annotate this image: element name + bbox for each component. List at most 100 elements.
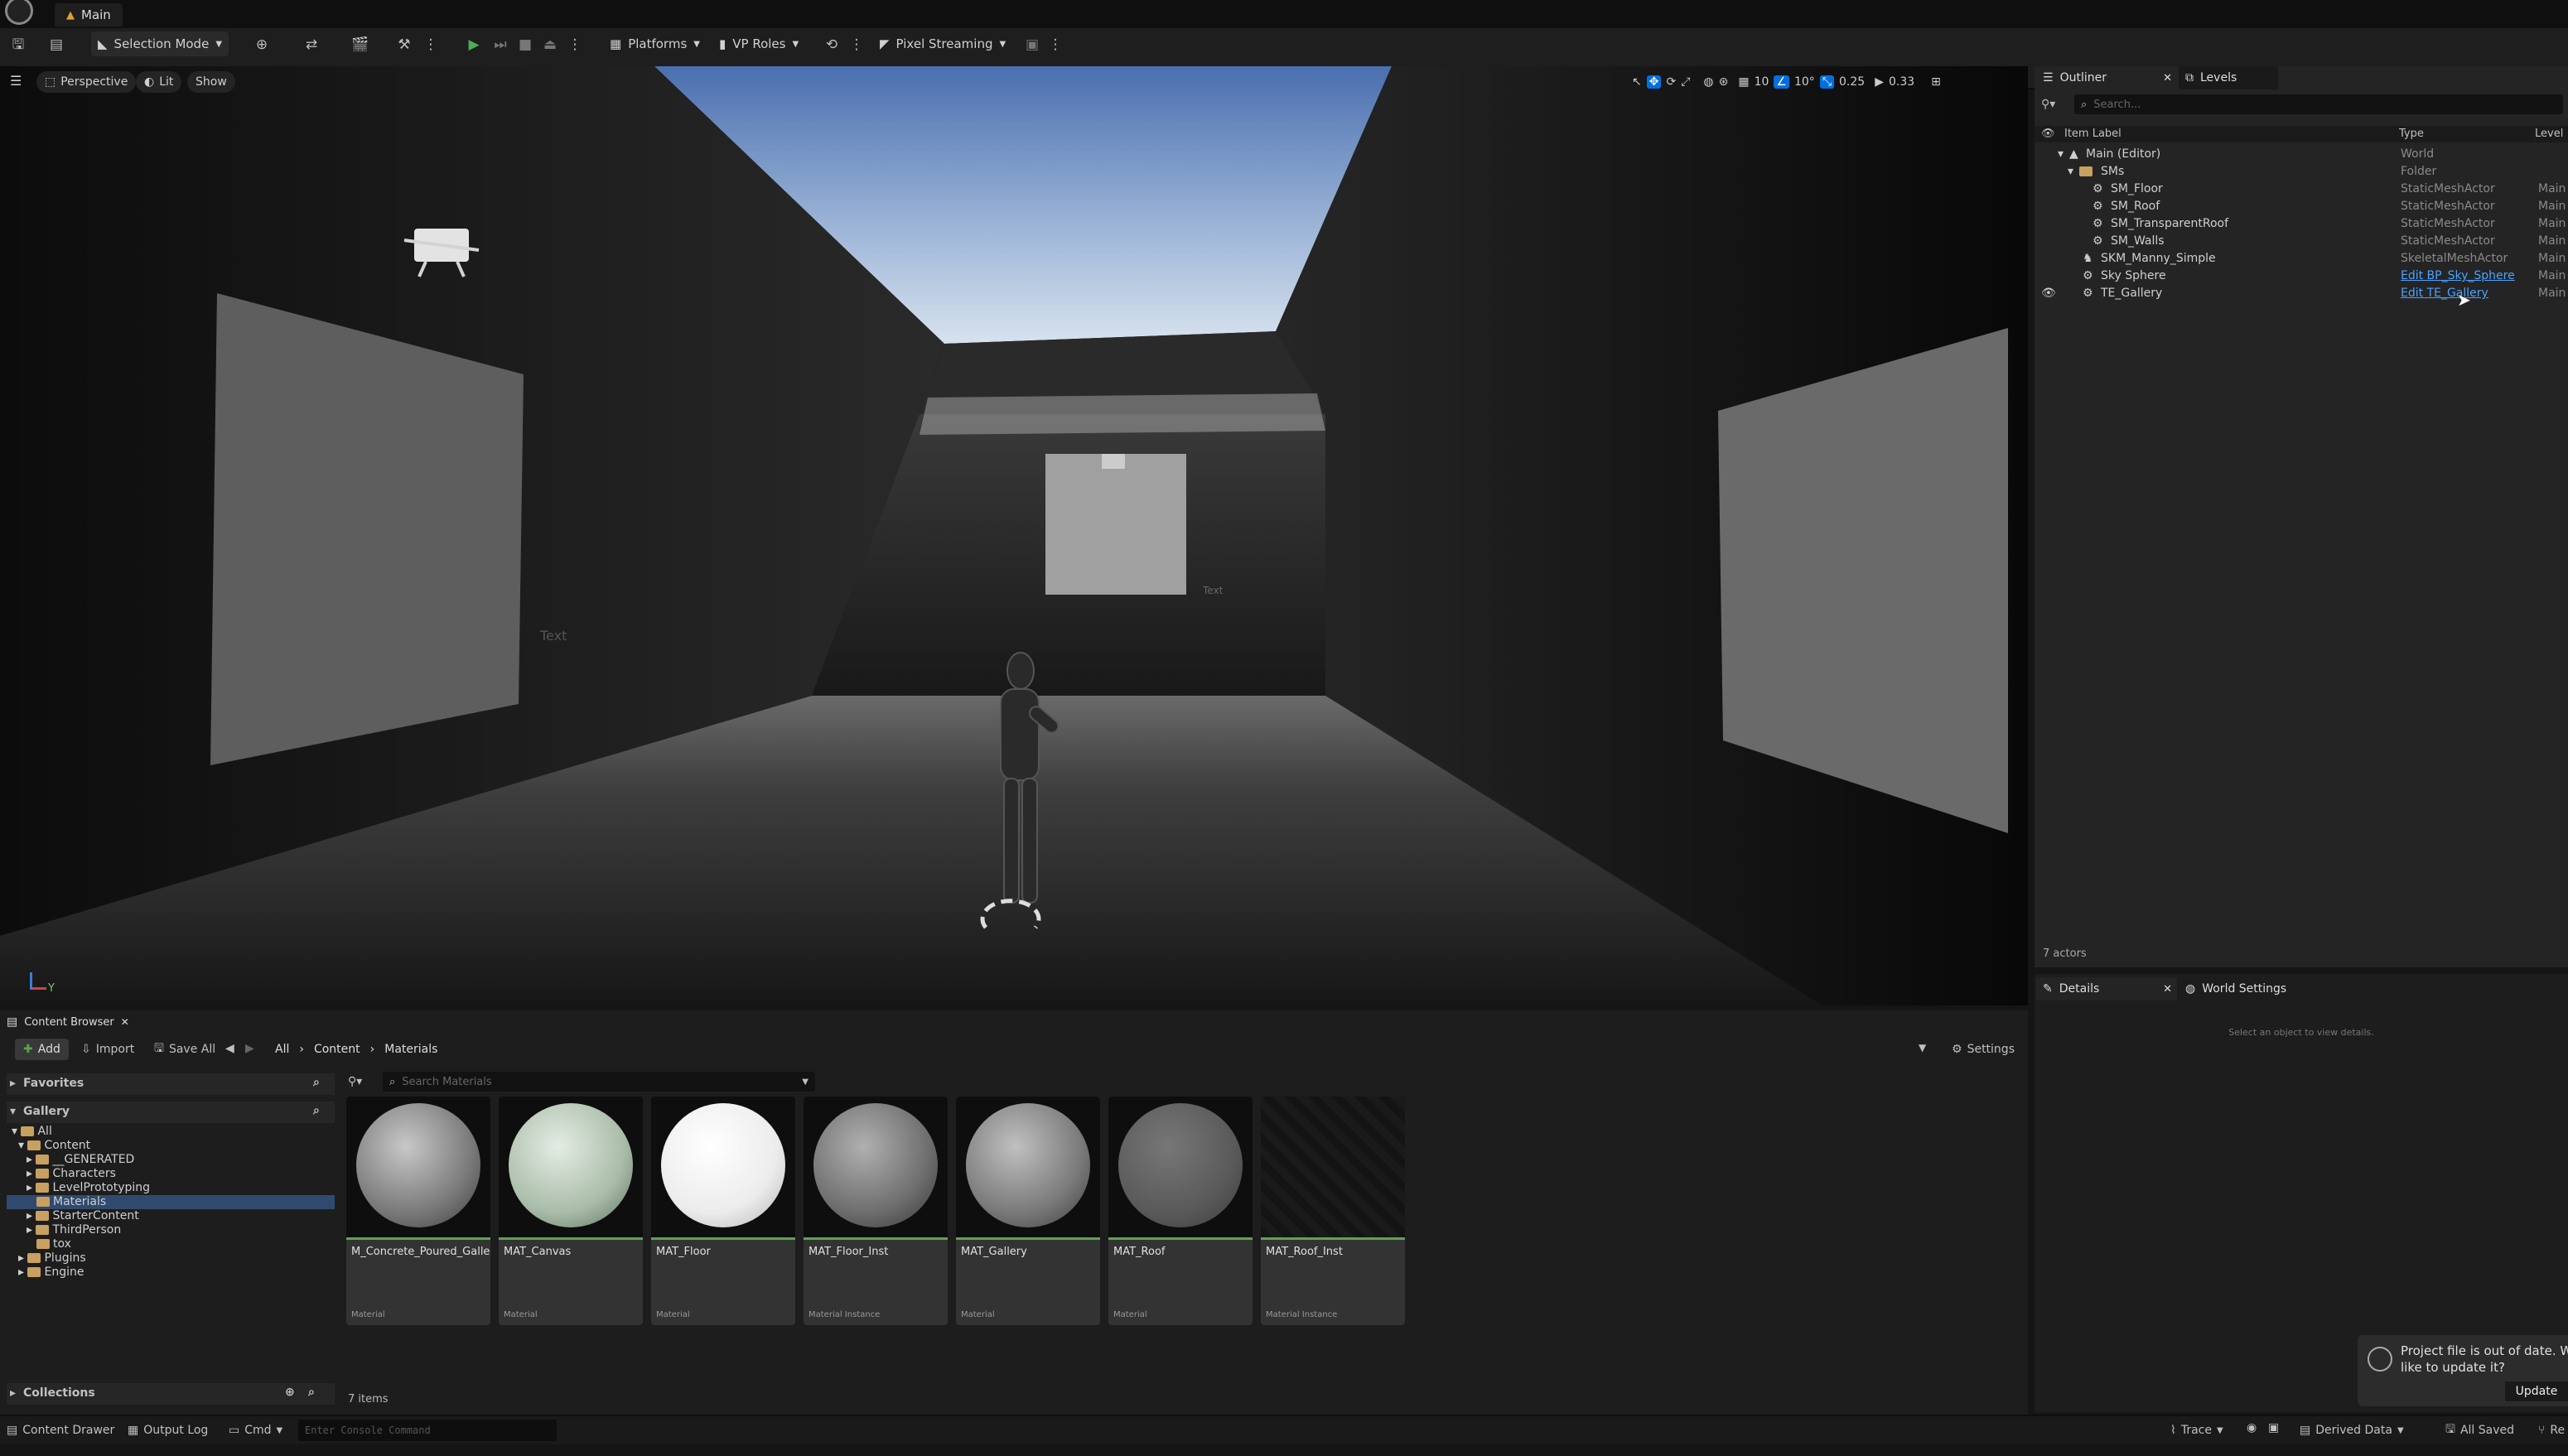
asset-tile[interactable]: MAT_Roof_Inst Material Instance [1261, 1097, 1405, 1325]
visibility-eye-icon[interactable]: 👁 [2041, 287, 2056, 300]
rot-snap-value[interactable]: 10° [1794, 75, 1815, 89]
outliner-row[interactable]: ⚙ SM_TransparentRoof StaticMeshActor Mai… [2035, 215, 2568, 233]
output-log-button[interactable]: ▦ Output Log [128, 1421, 208, 1439]
screenshot-icon[interactable]: ▣ [2268, 1421, 2279, 1434]
blueprint-icon[interactable]: ⇄ [303, 36, 320, 53]
play-options-icon[interactable]: ⋮ [567, 36, 583, 53]
collections-header[interactable]: ▸ Collections ⊕ ⌕ [7, 1383, 335, 1405]
levels-tab[interactable]: ⧉ Levels [2179, 66, 2278, 89]
details-tab[interactable]: ✎ Details ✕ [2036, 977, 2177, 1000]
tree-item-characters[interactable]: ▸ Characters [27, 1167, 116, 1181]
viewport-layout-icon[interactable]: ⊞ [1931, 75, 1941, 89]
pixel-streaming-dropdown[interactable]: ◤ Pixel Streaming ▼ [873, 31, 1012, 56]
close-icon[interactable]: ✕ [2163, 983, 2172, 996]
edit-blueprint-link[interactable]: Edit BP_Sky_Sphere [2401, 269, 2515, 282]
search-icon[interactable]: ⌕ [313, 1104, 320, 1117]
history-forward-icon[interactable]: ▶ [245, 1042, 254, 1055]
camera-speed-value[interactable]: 0.33 [1889, 75, 1914, 89]
grid-snap-icon[interactable]: ▦ [1738, 75, 1749, 89]
tree-item-thirdperson[interactable]: ▸ ThirdPerson [27, 1223, 121, 1237]
derived-data-button[interactable]: ▤ Derived Data ▼ [2300, 1421, 2404, 1439]
trace-dropdown[interactable]: ⌇ Trace ▼ [2170, 1421, 2223, 1439]
modes-icon[interactable]: ⚒ [396, 36, 413, 53]
select-tool-icon[interactable]: ↖ [1632, 75, 1642, 89]
revision-control-button[interactable]: ⑂ Re [2538, 1421, 2565, 1439]
rot-snap-icon[interactable]: ∠ [1774, 75, 1789, 89]
close-icon[interactable]: ✕ [121, 1016, 129, 1028]
close-icon[interactable]: ✕ [2163, 72, 2172, 84]
tree-item-content[interactable]: ▾ Content [18, 1139, 90, 1153]
asset-tile[interactable]: MAT_Roof Material [1108, 1097, 1253, 1325]
asset-tile[interactable]: MAT_Floor_Inst Material Instance [804, 1097, 948, 1325]
cinematics-icon[interactable]: 🎬 [351, 36, 369, 53]
tree-item-tox[interactable]: tox [36, 1237, 71, 1251]
content-browser-tab[interactable]: ▤ Content Browser ✕ [2, 1010, 134, 1034]
show-button[interactable]: Show [187, 71, 235, 93]
outliner-row[interactable]: ⚙ SM_Floor StaticMeshActor Main [2035, 181, 2568, 198]
outliner-row[interactable]: ♞ SKM_Manny_Simple SkeletalMeshActor Mai… [2035, 250, 2568, 268]
filter-icon[interactable]: ⚲▾ [2041, 98, 2055, 111]
edit-blueprint-link[interactable]: Edit TE_Gallery [2401, 287, 2488, 300]
asset-tile[interactable]: M_Concrete_Poured_Gallery Material [346, 1097, 490, 1325]
outliner-row[interactable]: ▾ SMs Folder [2035, 163, 2568, 181]
tree-item-generated[interactable]: ▸ __GENERATED [27, 1153, 134, 1167]
breadcrumb-materials[interactable]: Materials [384, 1043, 437, 1056]
add-button[interactable]: ✚ Add [15, 1039, 69, 1060]
gallery-header[interactable]: ▾ Gallery ⌕ [7, 1102, 335, 1123]
save-icon[interactable]: 🖫 [10, 36, 27, 53]
search-icon[interactable]: ⌕ [313, 1076, 320, 1089]
path-dropdown-icon[interactable]: ▼ [1919, 1042, 1926, 1053]
settings-button[interactable]: ⚙ Settings [1952, 1039, 2015, 1060]
tree-item-all[interactable]: ▾ All [12, 1125, 52, 1139]
vp-roles-dropdown[interactable]: ▮ VP Roles ▼ [712, 31, 805, 56]
tree-item-engine[interactable]: ▸ Engine [18, 1266, 84, 1280]
step-icon[interactable]: ⏭ [492, 36, 509, 53]
level-viewport[interactable]: Text Text Y [0, 66, 2028, 1005]
expand-arrow-icon[interactable]: ▾ [2068, 165, 2073, 178]
world-settings-tab[interactable]: ◍ World Settings [2179, 977, 2344, 1000]
outliner-row[interactable]: ⚙ SM_Walls StaticMeshActor Main [2035, 233, 2568, 250]
unreal-logo-icon[interactable] [5, 0, 33, 25]
surface-snap-icon[interactable]: ⊛ [1719, 75, 1729, 89]
eject-icon[interactable]: ⏏ [542, 36, 558, 53]
breadcrumb-all[interactable]: All [275, 1043, 289, 1056]
browse-icon[interactable]: ▤ [48, 36, 65, 53]
scale-snap-value[interactable]: 0.25 [1839, 75, 1865, 89]
col-level[interactable]: Level [2535, 128, 2563, 140]
source-control-more-icon[interactable]: ⋮ [848, 36, 865, 53]
lit-button[interactable]: ◐ Lit [136, 71, 182, 93]
plugin-more-icon[interactable]: ⋮ [1047, 36, 1064, 53]
scale-snap-icon[interactable]: ⤡ [1819, 75, 1835, 89]
tree-item-levelprototyping[interactable]: ▸ LevelPrototyping [27, 1181, 150, 1195]
col-item-label[interactable]: Item Label [2064, 128, 2121, 140]
asset-search-box[interactable]: ⌕ Search Materials ▼ [383, 1072, 815, 1092]
search-icon[interactable]: ⌕ [308, 1386, 315, 1399]
translate-tool-icon[interactable]: ✥ [1646, 75, 1662, 89]
plugin-icon[interactable]: ▣ [1024, 36, 1040, 53]
save-all-button[interactable]: 🖫 Save All [154, 1039, 215, 1060]
add-collection-icon[interactable]: ⊕ [285, 1386, 295, 1399]
asset-tile[interactable]: MAT_Floor Material [651, 1097, 795, 1325]
stop-icon[interactable]: ■ [517, 36, 533, 53]
add-actor-icon[interactable]: ⊕ [253, 36, 270, 53]
expand-arrow-icon[interactable]: ▾ [2058, 147, 2064, 161]
play-icon[interactable]: ▶ [466, 36, 482, 53]
history-back-icon[interactable]: ◀ [225, 1042, 234, 1055]
outliner-search-box[interactable]: ⌕ Search... [2074, 94, 2563, 114]
outliner-tab[interactable]: ☰ Outliner ✕ [2036, 66, 2177, 89]
record-icon[interactable]: ◉ [2247, 1421, 2257, 1434]
chevron-down-icon[interactable]: ▼ [802, 1078, 809, 1087]
selection-mode-dropdown[interactable]: ◣ Selection Mode ▼ [91, 31, 229, 56]
outliner-row[interactable]: ▾ ▲ Main (Editor) World [2035, 146, 2568, 163]
rotate-tool-icon[interactable]: ⟳ [1666, 75, 1676, 89]
outliner-row[interactable]: ⚙ SM_Roof StaticMeshActor Main [2035, 198, 2568, 215]
platforms-dropdown[interactable]: ▦ Platforms ▼ [603, 31, 707, 56]
source-control-icon[interactable]: ⟲ [823, 36, 840, 53]
tree-item-startercontent[interactable]: ▸ StarterContent [27, 1209, 139, 1223]
perspective-button[interactable]: ⬚ Perspective [36, 71, 137, 93]
more-options-icon[interactable]: ⋮ [422, 36, 439, 53]
favorites-header[interactable]: ▸ Favorites ⌕ [7, 1073, 335, 1095]
cmd-dropdown[interactable]: ▭ Cmd ▼ [229, 1421, 282, 1439]
tree-item-plugins[interactable]: ▸ Plugins [18, 1251, 86, 1266]
scale-tool-icon[interactable]: ⤢ [1681, 75, 1690, 89]
